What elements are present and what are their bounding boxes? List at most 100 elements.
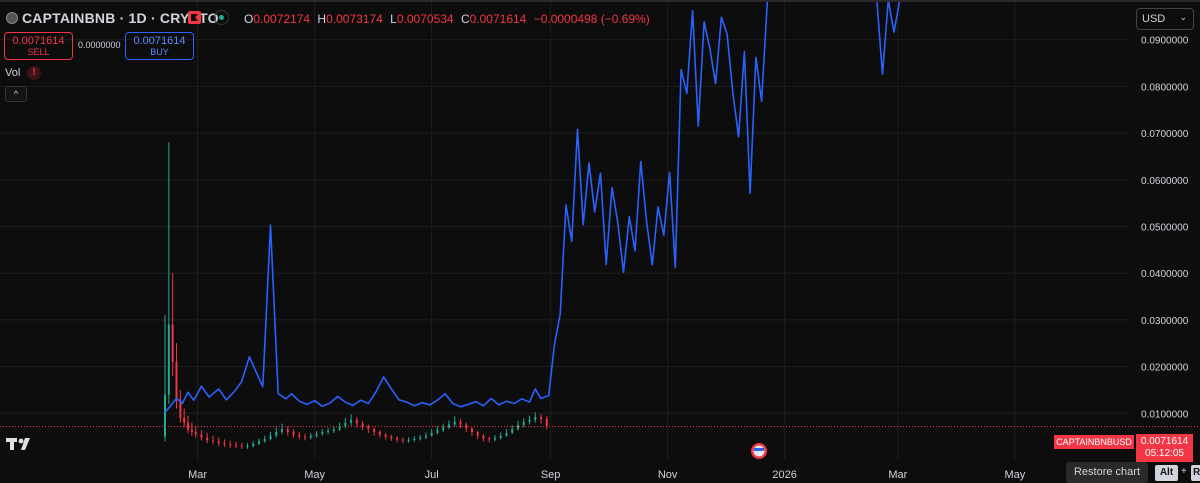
candle-body-53 bbox=[453, 421, 456, 425]
shortcut-key-alt: Alt bbox=[1155, 465, 1178, 481]
candle-body-0 bbox=[163, 394, 166, 437]
candle-body-45 bbox=[407, 439, 410, 441]
candle-body-50 bbox=[436, 430, 439, 433]
close-value: 0.0071614 bbox=[469, 12, 527, 26]
candle-body-64 bbox=[516, 424, 519, 430]
shortcut-key-r: R bbox=[1191, 465, 1200, 481]
close-key: C bbox=[460, 12, 470, 26]
market-status-icon[interactable] bbox=[214, 10, 229, 25]
candle-body-57 bbox=[476, 431, 479, 436]
candle-body-26 bbox=[298, 434, 301, 437]
candle-body-24 bbox=[286, 429, 289, 432]
symbol-price-tag: CAPTAINBNBUSD bbox=[1054, 435, 1134, 449]
candle-body-66 bbox=[528, 419, 531, 422]
candle-body-18 bbox=[252, 443, 255, 446]
candle-body-25 bbox=[292, 431, 295, 435]
y-tick-label-3: 0.0400000 bbox=[1141, 269, 1189, 280]
buy-price: 0.0071614 bbox=[133, 35, 186, 47]
candle-body-30 bbox=[321, 431, 324, 434]
candle-body-34 bbox=[344, 422, 347, 427]
restore-chart-button[interactable]: Restore chart bbox=[1066, 462, 1148, 483]
candle-body-36 bbox=[355, 419, 358, 424]
candle-body-51 bbox=[442, 427, 445, 431]
currency-value: USD bbox=[1142, 13, 1166, 25]
x-tick-label-6: Mar bbox=[888, 469, 907, 481]
candle-body-5 bbox=[183, 417, 186, 423]
candle-body-56 bbox=[470, 428, 473, 432]
chart-header: CAPTAINBNB · 1D · CRYPTO O0.0072174 H0.0… bbox=[0, 0, 1200, 36]
candle-body-17 bbox=[246, 445, 249, 447]
y-tick-label-6: 0.0700000 bbox=[1141, 129, 1189, 140]
change-value: −0.0000498 (−0.69%) bbox=[533, 12, 650, 26]
collapse-legend-button[interactable]: ^ bbox=[5, 86, 27, 102]
candle-body-31 bbox=[327, 431, 330, 433]
open-value: 0.0072174 bbox=[253, 12, 311, 26]
candle-body-13 bbox=[223, 443, 226, 445]
candle-body-33 bbox=[338, 426, 341, 430]
candle-body-61 bbox=[499, 435, 502, 439]
candle-body-69 bbox=[545, 418, 548, 427]
candle-body-68 bbox=[540, 417, 543, 419]
x-tick-label-1: May bbox=[304, 469, 325, 481]
candle-body-12 bbox=[217, 441, 220, 444]
candle-body-38 bbox=[367, 426, 370, 430]
series-line bbox=[164, 0, 901, 413]
candle-body-44 bbox=[401, 439, 404, 441]
y-tick-label-5: 0.0600000 bbox=[1141, 176, 1189, 187]
candle-body-47 bbox=[419, 437, 422, 439]
candle-body-43 bbox=[396, 438, 399, 440]
y-axis[interactable]: 0.0100000 0.0200000 0.0300000 0.0400000 0.05… bbox=[1141, 36, 1189, 421]
candle-body-27 bbox=[304, 436, 307, 438]
candle-body-63 bbox=[511, 429, 514, 433]
price-chart[interactable]: 0.0100000 0.0200000 0.0300000 0.0400000 0.05… bbox=[0, 0, 1200, 483]
x-tick-label-5: 2026 bbox=[772, 469, 796, 481]
last-price-tag: 0.0071614 05:12:05 bbox=[1136, 434, 1193, 462]
candle-body-2 bbox=[171, 324, 174, 362]
candle-body-48 bbox=[424, 435, 427, 438]
x-tick-label-3: Sep bbox=[541, 469, 561, 481]
candle-body-60 bbox=[493, 438, 496, 440]
candle-body-6 bbox=[187, 422, 190, 430]
x-axis[interactable]: Mar May Jul Sep Nov 2026 Mar May bbox=[188, 469, 1026, 481]
low-key: L bbox=[390, 12, 397, 26]
candle-body-46 bbox=[413, 438, 416, 440]
x-tick-label-7: May bbox=[1004, 469, 1025, 481]
volume-indicator-label[interactable]: Vol bbox=[5, 67, 20, 79]
event-marker[interactable] bbox=[751, 443, 767, 459]
candle-body-39 bbox=[373, 429, 376, 432]
candle-body-14 bbox=[229, 444, 232, 446]
chevron-down-icon: ⌄ bbox=[1179, 12, 1187, 22]
sell-label: SELL bbox=[27, 47, 50, 57]
candle-body-3 bbox=[175, 361, 178, 400]
flag-icon[interactable] bbox=[188, 11, 201, 24]
event-marker-stripe bbox=[754, 448, 764, 451]
warning-icon[interactable]: ! bbox=[27, 66, 41, 80]
spread-value: 0.0000000 bbox=[78, 40, 121, 50]
candle-body-41 bbox=[384, 434, 387, 437]
candle-body-1 bbox=[167, 324, 170, 395]
y-tick-label-4: 0.0500000 bbox=[1141, 222, 1189, 233]
candle-body-7 bbox=[190, 429, 193, 432]
y-tick-label-1: 0.0200000 bbox=[1141, 363, 1189, 374]
bar-countdown: 05:12:05 bbox=[1145, 448, 1184, 459]
top-border bbox=[0, 0, 1200, 2]
x-tick-label-2: Jul bbox=[425, 469, 439, 481]
candle-body-49 bbox=[430, 432, 433, 436]
candle-body-28 bbox=[309, 435, 312, 438]
candle-body-65 bbox=[522, 421, 525, 425]
candle-body-42 bbox=[390, 436, 393, 439]
candle-body-32 bbox=[332, 429, 335, 432]
x-tick-label-0: Mar bbox=[188, 469, 207, 481]
symbol-logo-icon[interactable] bbox=[6, 12, 18, 24]
candle-body-10 bbox=[206, 437, 209, 441]
candle-body-58 bbox=[482, 435, 485, 439]
currency-select[interactable]: USD ⌄ bbox=[1136, 8, 1194, 30]
candle-body-23 bbox=[281, 429, 284, 432]
candle-body-20 bbox=[263, 438, 266, 442]
candle-body-62 bbox=[505, 432, 508, 436]
candle-body-9 bbox=[200, 434, 203, 438]
candle-body-37 bbox=[361, 423, 364, 427]
buy-button[interactable]: 0.0071614 BUY bbox=[125, 32, 194, 60]
tradingview-logo-icon[interactable] bbox=[6, 436, 36, 452]
sell-button[interactable]: 0.0071614 SELL bbox=[4, 32, 73, 60]
